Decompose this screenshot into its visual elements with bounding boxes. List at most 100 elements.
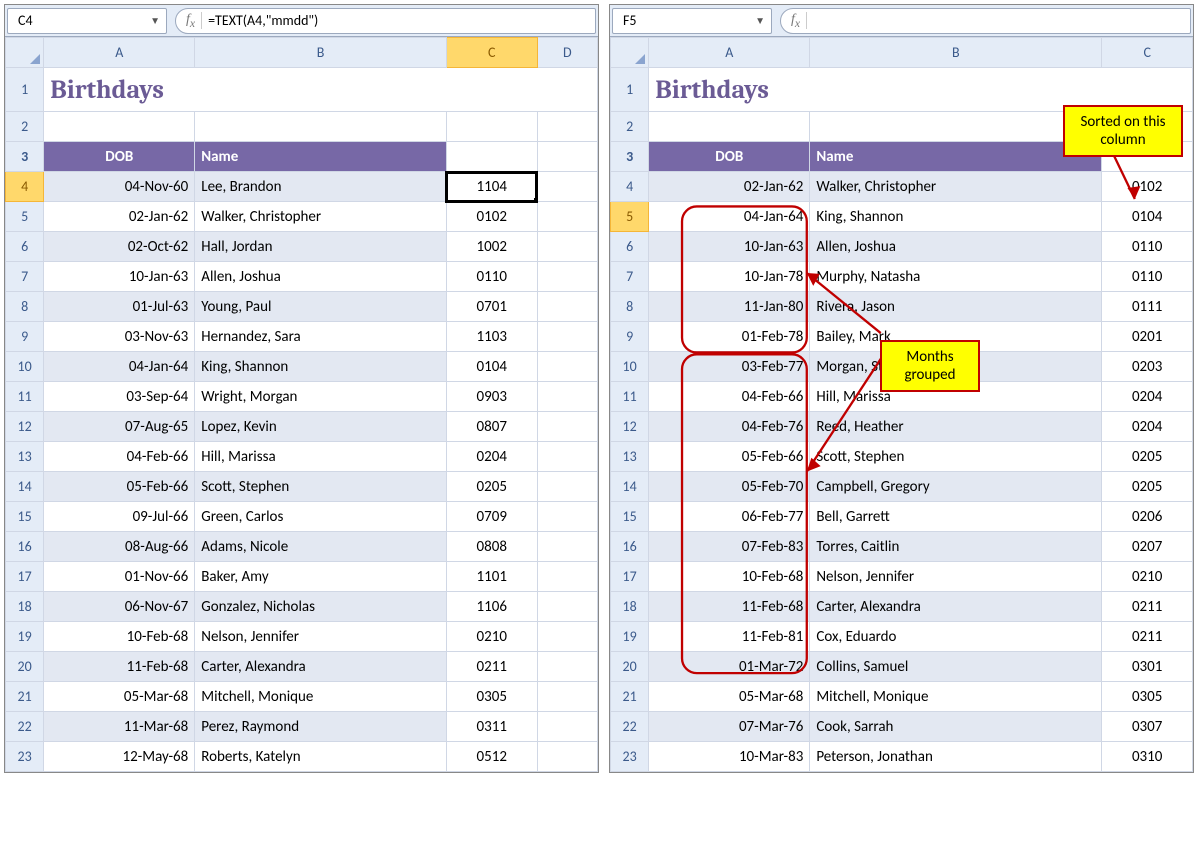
cell-name[interactable]: Green, Carlos — [195, 502, 447, 532]
row-header[interactable]: 9 — [611, 322, 649, 352]
cell-code[interactable]: 0205 — [446, 472, 537, 502]
select-all-corner[interactable] — [611, 38, 649, 68]
grid-left[interactable]: ABCD1Birthdays23DOBName404-Nov-60Lee, Br… — [5, 37, 598, 772]
cell-name[interactable]: Adams, Nicole — [195, 532, 447, 562]
row-header[interactable]: 6 — [6, 232, 44, 262]
cell-dob[interactable]: 06-Feb-77 — [649, 502, 810, 532]
cell-dob[interactable]: 02-Oct-62 — [44, 232, 195, 262]
cell-empty[interactable] — [537, 112, 597, 142]
cell-code[interactable]: 0110 — [1102, 232, 1193, 262]
header-dob[interactable]: DOB — [44, 142, 195, 172]
row-header[interactable]: 15 — [611, 502, 649, 532]
row-header[interactable]: 5 — [611, 202, 649, 232]
cell-name[interactable]: Rivera, Jason — [810, 292, 1102, 322]
row-header[interactable]: 23 — [611, 742, 649, 772]
cell-name[interactable]: Allen, Joshua — [195, 262, 447, 292]
cell-code[interactable]: 0512 — [446, 742, 537, 772]
cell-dob[interactable]: 05-Mar-68 — [649, 682, 810, 712]
cell-name[interactable]: Lopez, Kevin — [195, 412, 447, 442]
cell-code[interactable]: 0204 — [446, 442, 537, 472]
cell-empty[interactable] — [446, 112, 537, 142]
cell-name[interactable]: Allen, Joshua — [810, 232, 1102, 262]
cell-code[interactable]: 0102 — [446, 202, 537, 232]
cell-code[interactable]: 0104 — [446, 352, 537, 382]
row-header[interactable]: 19 — [6, 622, 44, 652]
cell-dob[interactable]: 09-Jul-66 — [44, 502, 195, 532]
formula-input[interactable]: fx =TEXT(A4,"mmdd") — [175, 8, 596, 34]
cell-code[interactable]: 0305 — [1102, 682, 1193, 712]
col-header-a[interactable]: A — [649, 38, 810, 68]
cell-code[interactable]: 0310 — [1102, 742, 1193, 772]
cell-code[interactable]: 0307 — [1102, 712, 1193, 742]
cell-code[interactable]: 0709 — [446, 502, 537, 532]
cell-dob[interactable]: 05-Feb-70 — [649, 472, 810, 502]
row-header[interactable]: 15 — [6, 502, 44, 532]
row-header[interactable]: 11 — [6, 382, 44, 412]
cell-dob[interactable]: 03-Sep-64 — [44, 382, 195, 412]
cell-empty[interactable] — [537, 322, 597, 352]
row-header[interactable]: 1 — [611, 68, 649, 112]
cell-code[interactable]: 0205 — [1102, 442, 1193, 472]
cell-empty[interactable] — [537, 742, 597, 772]
cell-name[interactable]: Peterson, Jonathan — [810, 742, 1102, 772]
row-header[interactable]: 18 — [6, 592, 44, 622]
cell-empty[interactable] — [537, 622, 597, 652]
cell-code[interactable]: 1101 — [446, 562, 537, 592]
cell-code[interactable]: 0211 — [1102, 592, 1193, 622]
cell-code[interactable]: 1104 — [446, 172, 537, 202]
cell-dob[interactable]: 10-Feb-68 — [649, 562, 810, 592]
cell-empty[interactable] — [537, 472, 597, 502]
cell-dob[interactable]: 05-Feb-66 — [44, 472, 195, 502]
row-header[interactable]: 21 — [6, 682, 44, 712]
row-header[interactable]: 17 — [6, 562, 44, 592]
cell-dob[interactable]: 02-Jan-62 — [44, 202, 195, 232]
cell-code[interactable]: 0102 — [1102, 172, 1193, 202]
cell-empty[interactable] — [537, 532, 597, 562]
cell-dob[interactable]: 04-Feb-66 — [649, 382, 810, 412]
row-header[interactable]: 2 — [6, 112, 44, 142]
cell-name[interactable]: King, Shannon — [195, 352, 447, 382]
row-header[interactable]: 13 — [6, 442, 44, 472]
name-box[interactable]: F5 ▼ — [612, 8, 772, 34]
cell-code[interactable]: 0211 — [446, 652, 537, 682]
cell-dob[interactable]: 11-Feb-68 — [44, 652, 195, 682]
cell-dob[interactable]: 10-Mar-83 — [649, 742, 810, 772]
cell-dob[interactable]: 10-Feb-68 — [44, 622, 195, 652]
cell-name[interactable]: Reed, Heather — [810, 412, 1102, 442]
row-header[interactable]: 12 — [611, 412, 649, 442]
cell-empty[interactable] — [537, 592, 597, 622]
row-header[interactable]: 3 — [6, 142, 44, 172]
cell-name[interactable]: Collins, Samuel — [810, 652, 1102, 682]
cell-code[interactable]: 0807 — [446, 412, 537, 442]
cell-dob[interactable]: 01-Mar-72 — [649, 652, 810, 682]
row-header[interactable]: 4 — [611, 172, 649, 202]
row-header[interactable]: 22 — [6, 712, 44, 742]
cell-name[interactable]: Torres, Caitlin — [810, 532, 1102, 562]
row-header[interactable]: 8 — [611, 292, 649, 322]
cell-name[interactable]: Campbell, Gregory — [810, 472, 1102, 502]
cell-dob[interactable]: 07-Feb-83 — [649, 532, 810, 562]
row-header[interactable]: 12 — [6, 412, 44, 442]
cell-empty[interactable] — [537, 412, 597, 442]
cell-code[interactable]: 0301 — [1102, 652, 1193, 682]
cell-code[interactable]: 1103 — [446, 322, 537, 352]
cell-code[interactable]: 0204 — [1102, 382, 1193, 412]
cell-dob[interactable]: 12-May-68 — [44, 742, 195, 772]
header-dob[interactable]: DOB — [649, 142, 810, 172]
cell-name[interactable]: Carter, Alexandra — [810, 592, 1102, 622]
col-header-b[interactable]: B — [810, 38, 1102, 68]
cell-name[interactable]: Scott, Stephen — [810, 442, 1102, 472]
col-header-d[interactable]: D — [537, 38, 597, 68]
cell-empty[interactable] — [537, 442, 597, 472]
col-header-c[interactable]: C — [446, 38, 537, 68]
cell-empty[interactable] — [537, 682, 597, 712]
col-header-b[interactable]: B — [195, 38, 447, 68]
row-header[interactable]: 2 — [611, 112, 649, 142]
cell-code[interactable]: 0210 — [446, 622, 537, 652]
cell-empty[interactable] — [195, 112, 447, 142]
header-name[interactable]: Name — [810, 142, 1102, 172]
cell-name[interactable]: Murphy, Natasha — [810, 262, 1102, 292]
row-header[interactable]: 3 — [611, 142, 649, 172]
cell-empty[interactable] — [537, 562, 597, 592]
row-header[interactable]: 5 — [6, 202, 44, 232]
